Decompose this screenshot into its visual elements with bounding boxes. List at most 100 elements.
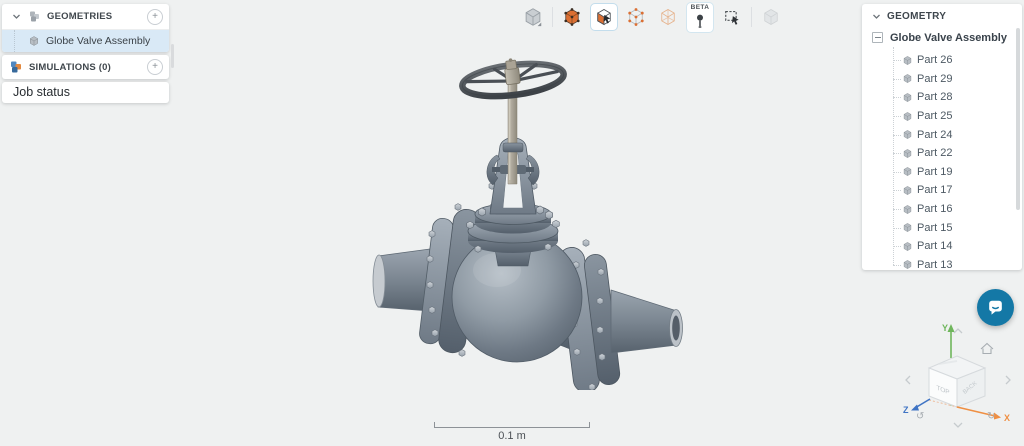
select-face-button[interactable] (590, 3, 618, 31)
part-label: Part 17 (917, 184, 952, 196)
tree-line-stub (893, 265, 901, 266)
sidebar-item-globe-valve-assembly[interactable]: Globe Valve Assembly (2, 30, 169, 52)
tree-root-globe-valve-assembly[interactable]: Globe Valve Assembly (862, 28, 1022, 47)
tree-part-row[interactable]: Part 19 (862, 163, 1022, 182)
rotate-up-chevron[interactable] (954, 329, 962, 333)
toolbar-divider (552, 7, 553, 27)
collapse-toggle[interactable] (872, 32, 883, 43)
viewer-toolbar: BETA (519, 3, 785, 33)
tree-part-row[interactable]: Part 28 (862, 88, 1022, 107)
view-cube[interactable] (929, 356, 985, 407)
part-cube-icon (902, 204, 913, 215)
geometries-header[interactable]: GEOMETRIES + (2, 4, 169, 30)
sidebar-scrollbar[interactable] (171, 44, 174, 68)
scale-bar-line (434, 422, 590, 428)
select-volume-button[interactable] (558, 3, 586, 31)
tree-part-row[interactable]: Part 13 (862, 256, 1022, 270)
tree-part-row[interactable]: Part 26 (862, 51, 1022, 70)
geometry-tree-title: GEOMETRY (887, 11, 946, 22)
part-label: Part 13 (917, 259, 952, 270)
part-cube-icon (902, 222, 913, 233)
x-axis-label: X (1004, 413, 1010, 423)
tree-scrollbar[interactable] (1016, 28, 1020, 210)
tree-part-row[interactable]: Part 25 (862, 107, 1022, 126)
part-cube-icon (902, 92, 913, 103)
render-mode-button[interactable] (519, 3, 547, 31)
job-status-panel[interactable]: Job status (2, 82, 169, 103)
toolbar-divider (751, 7, 752, 27)
tree-part-row[interactable]: Part 17 (862, 181, 1022, 200)
chat-bubble-icon (986, 298, 1005, 317)
job-status-label: Job status (13, 82, 169, 103)
y-axis-arrow (948, 324, 955, 332)
y-axis-label: Y (942, 323, 948, 333)
tree-line-stub (893, 116, 901, 117)
part-label: Part 26 (917, 54, 952, 66)
part-cube-icon (902, 111, 913, 122)
part-cube-icon (902, 185, 913, 196)
part-cube-icon (902, 129, 913, 140)
part-label: Part 19 (917, 166, 952, 178)
part-label: Part 14 (917, 240, 952, 252)
part-label: Part 15 (917, 222, 952, 234)
beta-badge: BETA (691, 4, 710, 11)
part-cube-icon (902, 148, 913, 159)
tree-part-row[interactable]: Part 14 (862, 237, 1022, 256)
tree-line-stub (893, 135, 901, 136)
navigation-cube-widget[interactable]: Y TOP BACK X Z ↺ ↻ (895, 318, 1017, 434)
geometry-cube-icon (28, 35, 40, 47)
part-cube-icon (902, 55, 913, 66)
pin-icon (691, 11, 709, 31)
cursor-icon (732, 16, 739, 25)
part-label: Part 16 (917, 203, 952, 215)
wireframe-button[interactable] (654, 3, 682, 31)
add-geometry-button[interactable]: + (147, 9, 163, 25)
part-label: Part 24 (917, 129, 952, 141)
tree-part-row[interactable]: Part 15 (862, 218, 1022, 237)
simulations-header[interactable]: SIMULATIONS (0) + (2, 55, 169, 79)
geometry-tree-header[interactable]: GEOMETRY (862, 4, 1022, 28)
geometry-tree-panel: GEOMETRY Globe Valve Assembly Part 26 (862, 4, 1022, 270)
rotate-left-chevron[interactable] (906, 376, 910, 384)
geometries-panel: GEOMETRIES + Globe Valve Assembly (2, 4, 169, 52)
dropdown-caret-icon (538, 23, 542, 27)
part-label: Part 28 (917, 91, 952, 103)
tree-line (14, 30, 15, 52)
globe-valve-3d-model[interactable] (370, 50, 690, 390)
isolate-button[interactable] (757, 3, 785, 31)
scale-bar: 0.1 m (434, 422, 590, 442)
tree-root-label: Globe Valve Assembly (890, 32, 1007, 44)
geometries-label: GEOMETRIES (47, 11, 112, 22)
tree-line-stub (893, 246, 901, 247)
tree-part-row[interactable]: Part 29 (862, 70, 1022, 89)
tree-line-stub (893, 190, 901, 191)
simulations-panel: SIMULATIONS (0) + (2, 55, 169, 79)
part-label: Part 25 (917, 110, 952, 122)
tree-part-row[interactable]: Part 24 (862, 125, 1022, 144)
part-cube-icon (902, 166, 913, 177)
part-cube-icon (902, 73, 913, 84)
simulations-icon (9, 60, 23, 74)
rotate-right-chevron[interactable] (1006, 376, 1010, 384)
tree-line-stub (893, 153, 901, 154)
add-simulation-button[interactable]: + (147, 59, 163, 75)
box-select-button[interactable] (718, 3, 746, 31)
roll-cw-icon[interactable]: ↻ (987, 411, 995, 422)
roll-ccw-icon[interactable]: ↺ (916, 411, 924, 422)
tree-line-stub (893, 79, 901, 80)
chat-button[interactable] (977, 289, 1014, 326)
select-vertex-button[interactable] (622, 3, 650, 31)
parts-list: Part 26 Part 29 Part 28 (862, 51, 1022, 270)
z-axis-label: Z (903, 405, 909, 415)
tree-part-row[interactable]: Part 16 (862, 200, 1022, 219)
geometry-item-label: Globe Valve Assembly (46, 35, 150, 47)
geometries-icon (28, 10, 41, 23)
scale-bar-label: 0.1 m (434, 430, 590, 442)
part-cube-icon (902, 241, 913, 252)
probe-point-button[interactable]: BETA (686, 2, 714, 33)
tree-part-row[interactable]: Part 22 (862, 144, 1022, 163)
home-view-icon[interactable] (981, 344, 993, 354)
tree-line-stub (893, 172, 901, 173)
tree-line-stub (893, 97, 901, 98)
rotate-down-chevron[interactable] (954, 423, 962, 427)
